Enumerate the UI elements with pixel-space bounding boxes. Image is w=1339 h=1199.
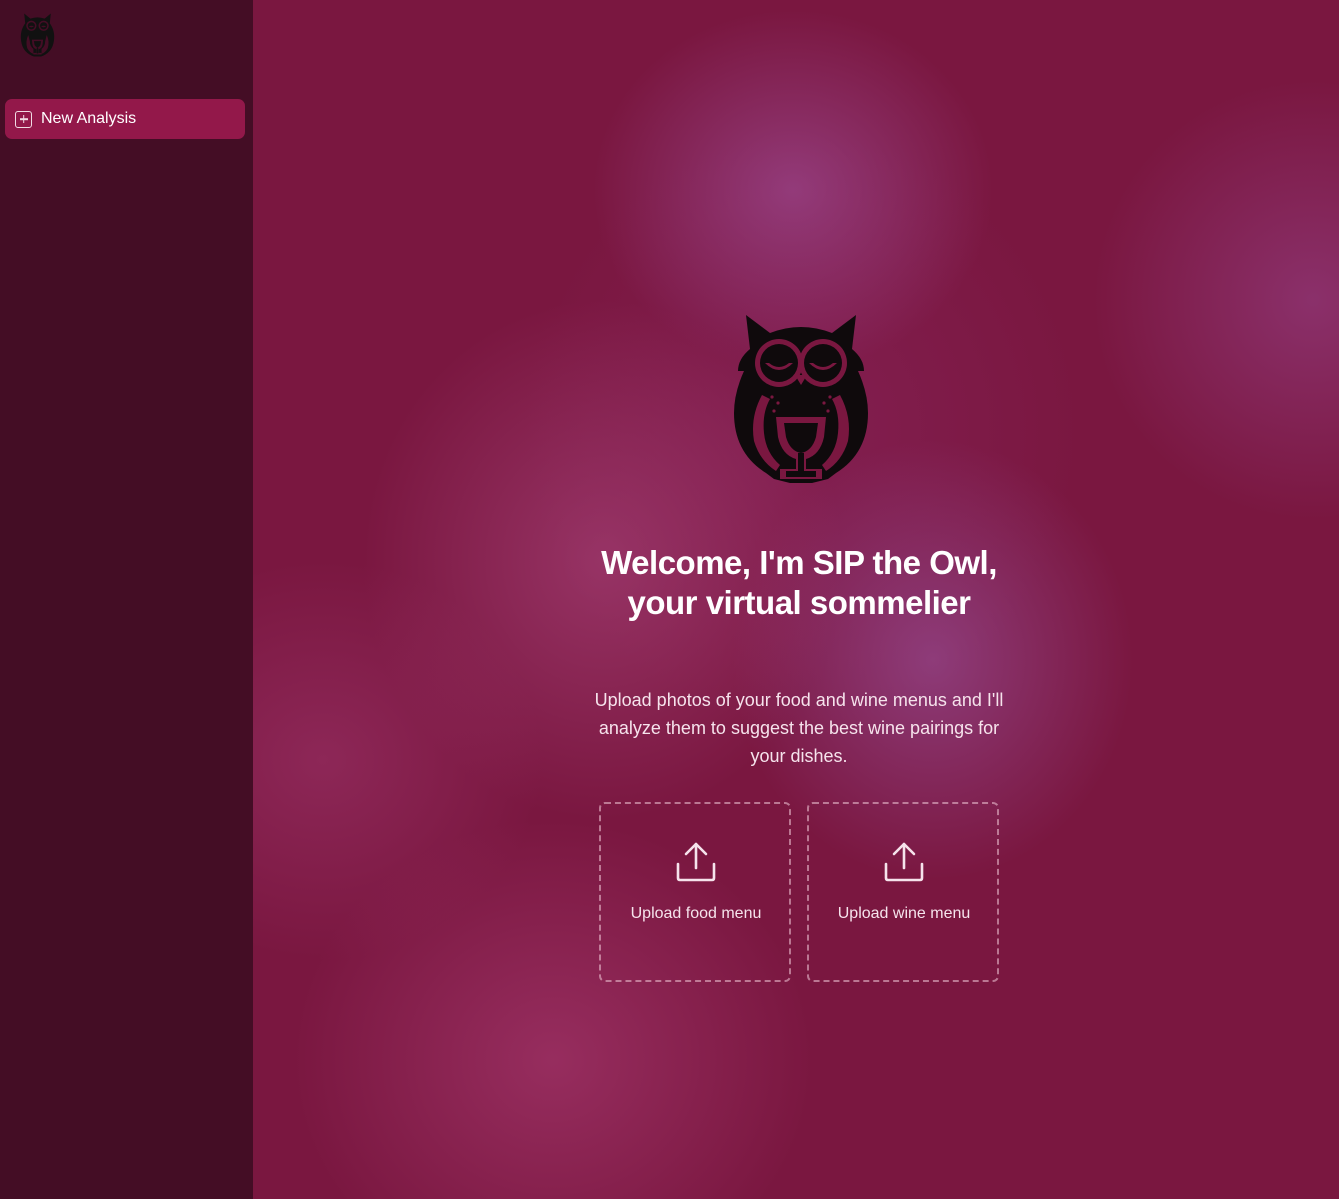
plus-square-icon	[15, 110, 32, 128]
upload-food-menu-label: Upload food menu	[630, 905, 762, 922]
welcome-title: Welcome, I'm SIP the Owl, your virtual s…	[601, 544, 997, 621]
welcome-description: Upload photos of your food and wine menu…	[594, 690, 1004, 766]
upload-wine-menu-button[interactable]: Upload wine menu	[807, 802, 999, 982]
upload-wine-menu-label: Upload wine menu	[837, 905, 971, 922]
main-content: Welcome, I'm SIP the Owl, your virtual s…	[253, 0, 1339, 1199]
owl-logo-icon[interactable]	[19, 13, 56, 57]
upload-icon	[676, 842, 716, 882]
new-analysis-button[interactable]: New Analysis	[5, 99, 245, 139]
sidebar: New Analysis	[0, 0, 253, 1199]
upload-icon	[884, 842, 924, 882]
new-analysis-label: New Analysis	[41, 110, 137, 127]
owl-wine-glass-icon	[732, 313, 870, 485]
upload-food-menu-button[interactable]: Upload food menu	[599, 802, 791, 982]
app-window: New Analysis Welcome, I'm SIP the Owl, y…	[0, 0, 1339, 1199]
